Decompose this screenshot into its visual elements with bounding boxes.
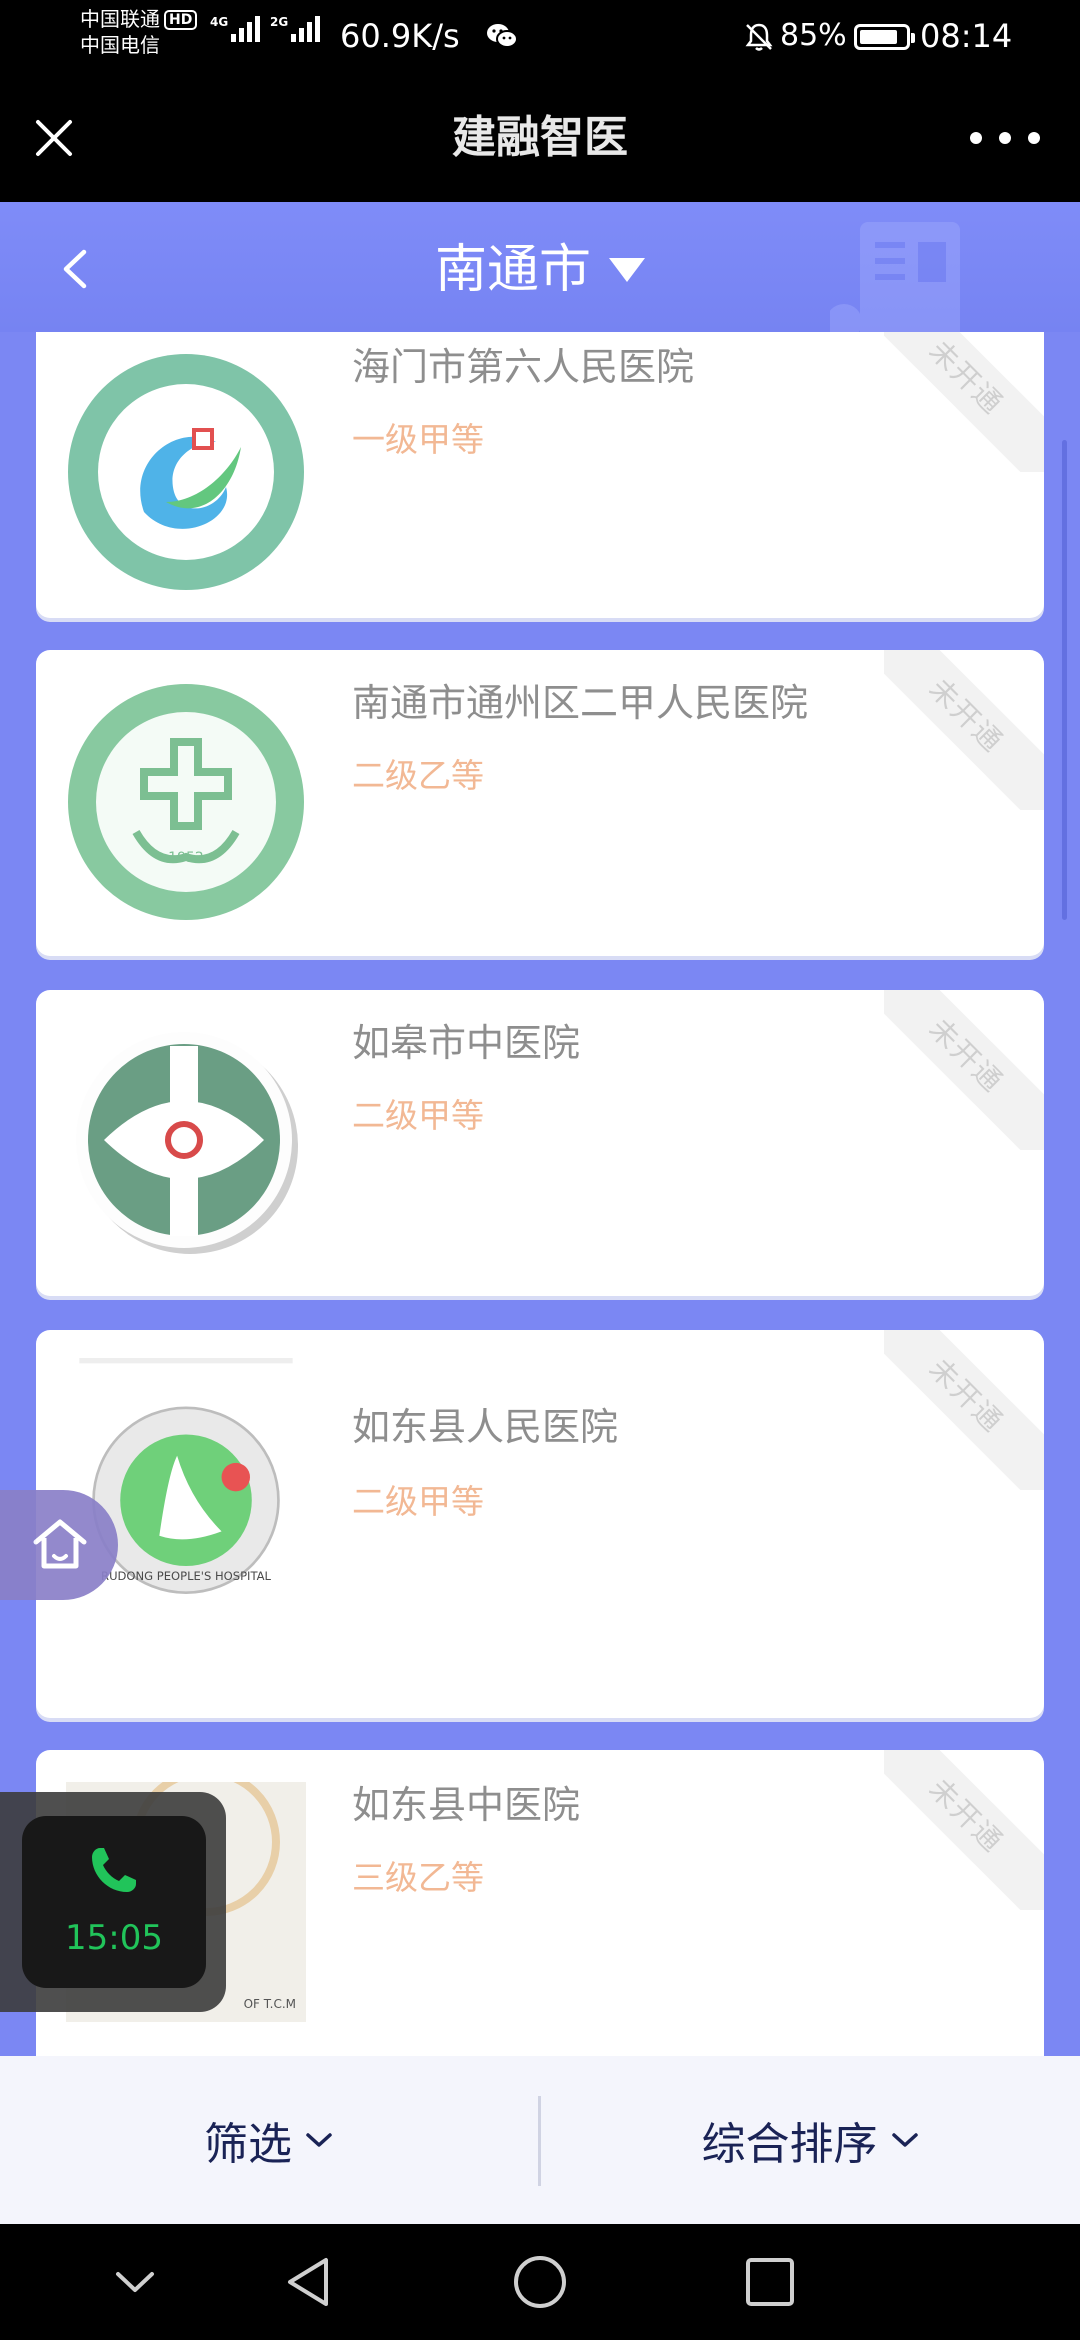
battery-percent: 85%	[780, 18, 847, 53]
filter-label: 筛选	[204, 2119, 292, 2170]
carrier-2: 中国电信	[80, 33, 160, 57]
wechat-icon	[487, 24, 518, 48]
status-ribbon: 未开通	[884, 650, 1044, 810]
call-panel[interactable]: 15:05	[22, 1816, 206, 1988]
home-button[interactable]	[0, 1490, 118, 1600]
network-speed: 60.9K/s	[340, 17, 460, 55]
signal-2g-icon: 2G	[270, 15, 321, 42]
caret-down-icon	[609, 258, 645, 282]
chevron-down-icon	[891, 2133, 918, 2147]
hospital-card[interactable]: 1952 南通市通州区二甲人民医院 二级乙等 未开通	[36, 650, 1044, 956]
status-clock: 08:14	[920, 17, 1013, 55]
collapse-chevron-icon[interactable]	[110, 2252, 160, 2312]
scrollbar[interactable]	[1062, 440, 1067, 920]
phone-icon	[92, 1848, 136, 1892]
hospital-card[interactable]: 如皋市中医院 二级甲等 未开通	[36, 990, 1044, 1296]
hospital-name: 如东县人民医院	[352, 1405, 619, 1449]
hospital-logo	[68, 354, 304, 590]
call-timer: 15:05	[65, 1918, 163, 1958]
status-ribbon: 未开通	[884, 990, 1044, 1150]
hospital-name: 如皋市中医院	[352, 1021, 581, 1065]
hd-badge: HD	[164, 10, 198, 30]
hospital-level: 二级甲等	[352, 1482, 484, 1521]
sort-label: 综合排序	[701, 2119, 878, 2170]
logo-year: 1952	[168, 850, 204, 866]
city-header: 南通市	[0, 202, 1080, 332]
hospital-card[interactable]: 海门市第六人民医院 一级甲等 未开通	[36, 332, 1044, 618]
filter-button[interactable]: 筛选	[0, 2056, 538, 2224]
system-nav-bar	[0, 2224, 1080, 2340]
sort-button[interactable]: 综合排序	[541, 2056, 1080, 2224]
battery-icon	[854, 24, 915, 50]
hospital-name: 如东县中医院	[352, 1783, 581, 1827]
hospital-name: 海门市第六人民医院	[352, 345, 695, 389]
home-icon	[33, 1519, 87, 1569]
more-options-icon[interactable]	[970, 122, 1040, 154]
hospital-logo	[76, 1032, 298, 1254]
status-ribbon: 未开通	[884, 1750, 1044, 1910]
hospital-card[interactable]: RUDONG PEOPLE'S HOSPITAL 如东县人民医院 二级甲等 未开…	[36, 1330, 1044, 1718]
app-title: 建融智医	[452, 112, 628, 163]
ongoing-call-widget[interactable]: 15:05	[0, 1792, 226, 2012]
status-ribbon: 未开通	[884, 1330, 1044, 1490]
logo-caption: RUDONG PEOPLE'S HOSPITAL	[101, 1569, 271, 1583]
nav-home-icon[interactable]	[510, 2252, 570, 2312]
net-type-2g: 2G	[270, 15, 289, 29]
city-name: 南通市	[434, 240, 591, 300]
mute-bell-icon	[745, 23, 773, 51]
logo-caption: OF T.C.M	[244, 1997, 296, 2011]
signal-4g-icon: 4G	[210, 15, 261, 42]
status-ribbon: 未开通	[884, 332, 1044, 472]
hospital-level: 二级乙等	[352, 756, 484, 795]
nav-back-icon[interactable]	[282, 2252, 336, 2312]
hospital-logo: 1952	[68, 684, 304, 920]
hospital-name: 南通市通州区二甲人民医院	[352, 681, 809, 725]
app-title-bar: 建融智医	[0, 72, 1080, 202]
carrier-info: 中国联通 HD 中国电信	[80, 6, 198, 58]
net-type-4g: 4G	[210, 15, 229, 29]
hospital-level: 二级甲等	[352, 1096, 484, 1135]
chevron-down-icon	[306, 2133, 332, 2147]
carrier-1: 中国联通	[80, 7, 160, 31]
city-selector[interactable]: 南通市	[0, 232, 1080, 305]
filter-bar: 筛选 综合排序	[0, 2056, 1080, 2224]
hospital-level: 三级乙等	[352, 1858, 484, 1897]
hospital-level: 一级甲等	[352, 420, 484, 459]
nav-recents-icon[interactable]	[742, 2252, 798, 2312]
status-bar: 中国联通 HD 中国电信 4G 2G 60.9K/s 85% 08:14	[0, 0, 1080, 72]
